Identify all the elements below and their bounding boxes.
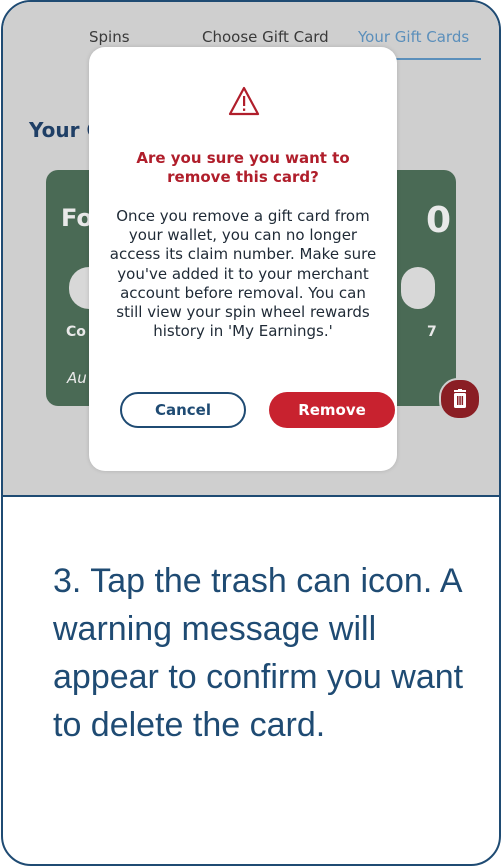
trash-icon [454,389,466,408]
warning-triangle-icon [228,86,260,116]
dialog-message: Once you remove a gift card from your wa… [109,207,377,341]
card-italic-fragment: Au [67,369,87,387]
card-value-fragment: 0 [426,200,452,241]
cancel-button[interactable]: Cancel [120,392,246,428]
tab-choose-gift-card[interactable]: Choose Gift Card [202,28,329,46]
app-screen: Spins Choose Gift Card Your Gift Cards Y… [3,2,499,497]
dialog-title: Are you sure you want to remove this car… [136,149,350,186]
card-barcode-right [401,267,435,309]
confirm-remove-dialog: Are you sure you want to remove this car… [89,47,397,471]
card-label-fragment: Co [66,324,86,340]
instruction-text: 3. Tap the trash can icon. A warning mes… [53,562,464,744]
remove-button[interactable]: Remove [269,392,395,428]
device-frame: Spins Choose Gift Card Your Gift Cards Y… [1,0,501,866]
tab-spins[interactable]: Spins [89,28,130,46]
card-number-fragment: 7 [427,324,437,340]
trash-button[interactable] [439,378,481,420]
tab-your-gift-cards[interactable]: Your Gift Cards [358,28,469,46]
